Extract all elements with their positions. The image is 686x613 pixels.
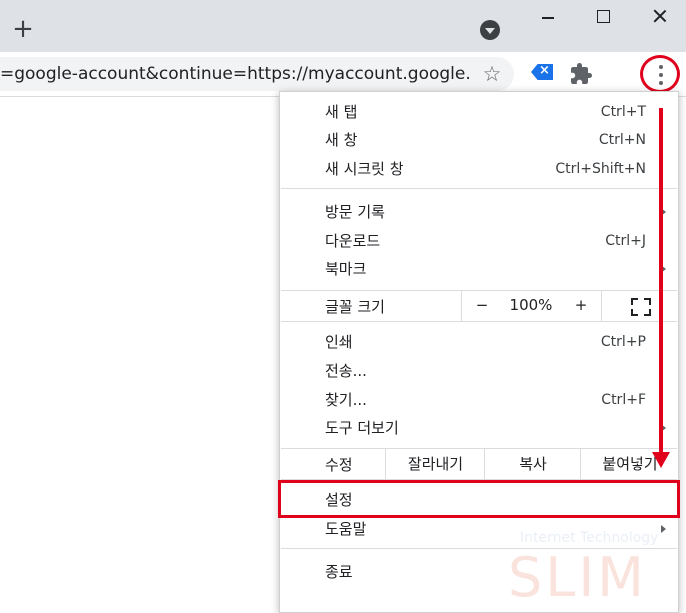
maximize-button[interactable] bbox=[583, 4, 623, 30]
tab-search-icon[interactable] bbox=[480, 20, 500, 40]
more-menu-icon[interactable] bbox=[654, 64, 668, 86]
title-bar: + bbox=[0, 0, 686, 52]
annotation-arrow-line bbox=[659, 108, 663, 456]
puzzle-extensions-icon[interactable] bbox=[569, 62, 593, 86]
menu-item-print[interactable]: 인쇄 Ctrl+P bbox=[280, 328, 678, 356]
menu-item-history[interactable]: 방문 기록 bbox=[280, 198, 678, 226]
menu-separator bbox=[281, 188, 677, 189]
edit-row: 수정 잘라내기 복사 붙여넣기 bbox=[280, 449, 678, 479]
menu-item-downloads[interactable]: 다운로드 Ctrl+J bbox=[280, 227, 678, 255]
watermark-logo: Internet Technology SLIM bbox=[508, 530, 659, 609]
menu-item-new-window[interactable]: 새 창 Ctrl+N bbox=[280, 126, 678, 154]
new-tab-button[interactable]: + bbox=[8, 14, 38, 44]
zoom-in-button[interactable]: + bbox=[561, 291, 601, 319]
menu-item-new-tab[interactable]: 새 탭 Ctrl+T bbox=[280, 98, 678, 126]
copy-button[interactable]: 복사 bbox=[484, 449, 581, 479]
minimize-button[interactable] bbox=[528, 4, 568, 30]
menu-separator bbox=[281, 321, 677, 322]
bookmark-star-icon[interactable]: ☆ bbox=[480, 61, 504, 87]
zoom-row: 글꼴 크기 − 100% + bbox=[280, 291, 678, 321]
zoom-level: 100% bbox=[509, 296, 553, 314]
settings-highlight-box bbox=[278, 480, 680, 518]
address-bar[interactable]: =google-account&continue=https://myaccou… bbox=[0, 57, 514, 91]
cut-button[interactable]: 잘라내기 bbox=[385, 449, 485, 479]
menu-item-cast[interactable]: 전송... bbox=[280, 357, 678, 385]
zoom-out-button[interactable]: − bbox=[461, 291, 502, 321]
url-text[interactable]: =google-account&continue=https://myaccou… bbox=[0, 57, 470, 91]
menu-button-highlight bbox=[640, 55, 680, 93]
fullscreen-icon[interactable] bbox=[601, 291, 679, 321]
menu-item-more-tools[interactable]: 도구 더보기 bbox=[280, 414, 678, 442]
close-window-button[interactable] bbox=[640, 4, 680, 30]
menu-item-bookmarks[interactable]: 북마크 bbox=[280, 255, 678, 283]
menu-item-incognito[interactable]: 새 시크릿 창 Ctrl+Shift+N bbox=[280, 155, 678, 183]
menu-item-find[interactable]: 찾기... Ctrl+F bbox=[280, 386, 678, 414]
annotation-arrow-head bbox=[652, 452, 670, 468]
